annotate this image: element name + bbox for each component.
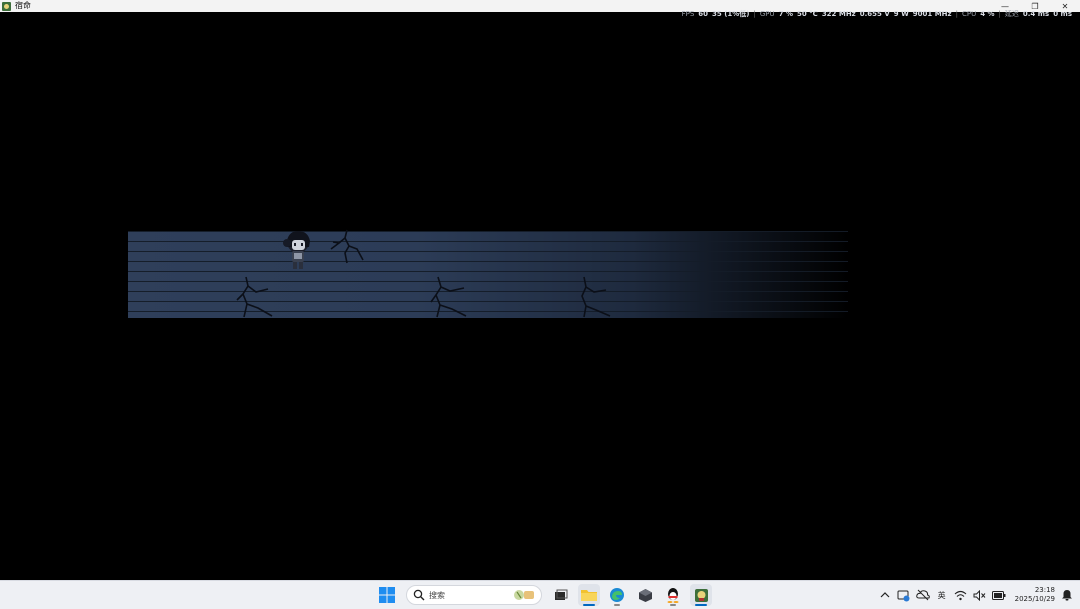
search-placeholder: 搜索	[429, 590, 445, 600]
game-app-button[interactable]	[690, 584, 712, 606]
folder-icon	[581, 590, 597, 601]
battery-icon	[991, 590, 1006, 600]
taskbar: 搜索 英 23:18 2025/10/29	[0, 580, 1080, 609]
running-indicator	[670, 604, 676, 606]
search-icon	[413, 589, 425, 601]
task-view-button[interactable]	[550, 584, 572, 606]
task-view-icon	[555, 589, 568, 600]
taskbar-apps: 搜索	[376, 584, 712, 606]
volume-tray-button[interactable]	[973, 588, 987, 602]
overlay-separator: |	[753, 10, 756, 18]
file-explorer-button[interactable]	[578, 584, 600, 606]
latency-label: 延迟	[1004, 10, 1019, 18]
gpu-temp: 50 °C	[796, 10, 818, 18]
running-indicator	[614, 604, 620, 606]
edge-browser-icon	[610, 588, 624, 602]
gpu-clock: 322 MHz	[821, 10, 856, 18]
qq-penguin-icon	[667, 588, 679, 603]
performance-overlay: FPS 60 35 (1%低) | GPU 7 % 50 °C 322 MHz …	[682, 9, 1072, 19]
overlay-separator: |	[998, 10, 1001, 18]
cube-app-icon	[638, 588, 652, 602]
taskbar-search[interactable]: 搜索	[406, 585, 542, 605]
start-button[interactable]	[376, 584, 398, 606]
app-icon	[2, 1, 11, 11]
fps-value: 60	[698, 10, 709, 18]
floor-crack	[581, 276, 611, 318]
gpu-label: GPU	[759, 10, 775, 18]
fps-label: FPS	[681, 10, 695, 18]
gpu-mem-clock: 9001 MHz	[912, 10, 952, 18]
gpu-power: 9 W	[893, 10, 909, 18]
battery-tray-button[interactable]	[991, 588, 1006, 602]
window-title: 宿命	[15, 1, 31, 10]
notifications-button[interactable]	[1060, 588, 1074, 602]
fps-low-value: 35 (1%低)	[712, 10, 750, 18]
wifi-tray-button[interactable]	[954, 588, 968, 602]
game-app-icon	[694, 588, 708, 602]
floor-crack	[430, 276, 467, 318]
floor-crack	[330, 229, 364, 264]
show-hidden-icons-button[interactable]	[878, 588, 892, 602]
input-method-button[interactable]: 英	[935, 588, 949, 602]
sync-tray-button[interactable]	[897, 588, 911, 602]
cpu-label: CPU	[961, 10, 977, 18]
cloud-tray-button[interactable]	[915, 588, 930, 602]
sync-icon	[897, 590, 910, 601]
taskbar-clock[interactable]: 23:18 2025/10/29	[1015, 586, 1055, 604]
latency-value: 0.4 ms	[1022, 10, 1050, 18]
gpu-voltage: 0.655 V	[859, 10, 890, 18]
app-cube-button[interactable]	[634, 584, 656, 606]
running-indicator	[583, 604, 595, 606]
game-window: 宿命 — ❐ ✕ FPS 60 35 (1%低) | GPU 7 % 50 °C…	[0, 0, 1080, 580]
clock-date: 2025/10/29	[1014, 595, 1055, 603]
clock-time: 23:18	[1034, 586, 1055, 594]
latency-value-2: 0 ms	[1053, 10, 1072, 18]
volume-muted-icon	[973, 589, 986, 601]
gpu-usage: 7 %	[778, 10, 793, 18]
search-highlight-icon	[514, 590, 534, 600]
bell-icon	[1062, 590, 1072, 601]
edge-browser-button[interactable]	[606, 584, 628, 606]
chevron-up-icon	[880, 592, 890, 598]
floor-crack	[236, 276, 273, 318]
windows-logo-icon	[379, 587, 395, 603]
cloud-off-icon	[915, 589, 930, 601]
cpu-usage: 4 %	[980, 10, 995, 18]
running-indicator	[695, 604, 707, 606]
system-tray: 英 23:18 2025/10/29	[878, 584, 1074, 606]
wifi-icon	[954, 590, 967, 600]
qq-button[interactable]	[662, 584, 684, 606]
player-character-sprite	[283, 231, 310, 269]
overlay-separator: |	[955, 10, 958, 18]
